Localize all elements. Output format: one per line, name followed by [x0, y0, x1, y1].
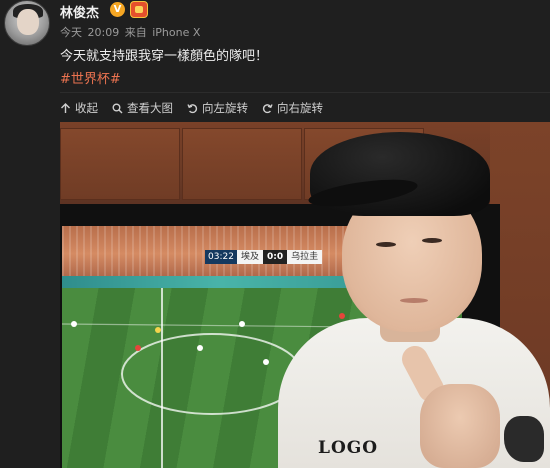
- hashtag-link[interactable]: #世界杯#: [60, 68, 121, 87]
- post-text: 今天就支持跟我穿一樣顏色的隊吧！: [60, 49, 269, 64]
- avatar[interactable]: [4, 0, 50, 46]
- post-date[interactable]: 今天: [60, 26, 82, 39]
- rotate-left-label: 向左旋转: [202, 101, 248, 115]
- rotate-right-label: 向右旋转: [277, 101, 323, 115]
- wall-panel: [60, 128, 180, 200]
- post-source-prefix: 来自: [124, 26, 147, 39]
- view-large-button[interactable]: 查看大图: [112, 100, 173, 116]
- player: [263, 359, 269, 365]
- username-link[interactable]: 林俊杰: [60, 2, 99, 21]
- player: [197, 345, 203, 351]
- collapse-button[interactable]: 收起: [60, 100, 98, 116]
- hand: [420, 384, 500, 468]
- wall-panel: [182, 128, 302, 200]
- scoreboard-time: 03:22: [205, 250, 237, 264]
- weibo-post: 林俊杰 V 今天 20:09 来自 iPhone X 今天就支持跟我穿一樣顏色的…: [0, 0, 550, 468]
- player: [155, 327, 161, 333]
- arrow-up-icon: [61, 102, 70, 113]
- tv-scoreboard: 03:22 埃及 0:0 乌拉圭: [205, 250, 323, 264]
- member-badge-icon[interactable]: [130, 1, 148, 18]
- image-toolbar: 收起 查看大图 向左旋转 向右旋转: [60, 92, 550, 123]
- player: [339, 313, 345, 319]
- scoreboard-team-right: 乌拉圭: [287, 250, 323, 264]
- player: [239, 321, 245, 327]
- right-eye: [422, 238, 442, 243]
- post-device[interactable]: iPhone X: [152, 26, 200, 39]
- verified-badge-icon: V: [110, 2, 125, 17]
- post-time[interactable]: 20:09: [88, 26, 120, 39]
- shirt-logo-text: LOGO: [318, 438, 379, 458]
- post-meta: 今天 20:09 来自 iPhone X: [60, 24, 202, 40]
- magnifier-icon: [112, 103, 123, 113]
- player: [135, 345, 141, 351]
- rotate-right-icon: [262, 103, 273, 113]
- avatar-face: [17, 9, 39, 35]
- rotate-left-button[interactable]: 向左旋转: [187, 100, 248, 116]
- rotate-right-button[interactable]: 向右旋转: [262, 100, 323, 116]
- player: [71, 321, 77, 327]
- view-large-label: 查看大图: [127, 101, 173, 115]
- scoreboard-team-left: 埃及: [236, 250, 263, 264]
- scoreboard-score: 0:0: [262, 250, 288, 264]
- post-photo[interactable]: 03:22 埃及 0:0 乌拉圭 LOGO: [60, 122, 550, 468]
- left-eye: [376, 242, 396, 247]
- post-header: 林俊杰 V 今天 20:09 来自 iPhone X 今天就支持跟我穿一樣顏色的…: [0, 0, 550, 92]
- mouth: [400, 298, 428, 303]
- rotate-left-icon: [187, 103, 198, 113]
- lion-crest-icon: [504, 416, 544, 462]
- collapse-label: 收起: [75, 101, 98, 115]
